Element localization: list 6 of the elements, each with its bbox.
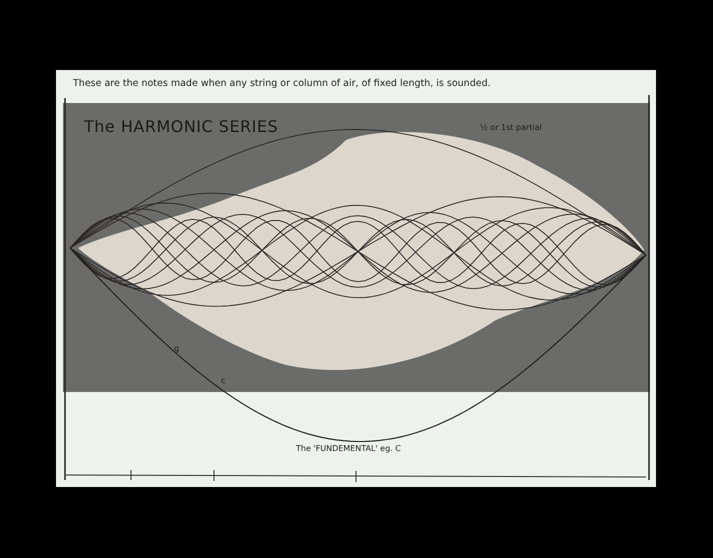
note-label: c — [221, 376, 226, 385]
caption-text: These are the notes made when any string or column of air, of fixed length, is sounded. — [73, 78, 491, 89]
drawing-title: The HARMONIC SERIES — [84, 117, 278, 136]
partial-label: ½ or 1st partial — [480, 123, 542, 132]
fundamental-label: The 'FUNDEMENTAL' eg. C — [296, 444, 401, 453]
note-label: g — [174, 344, 180, 353]
